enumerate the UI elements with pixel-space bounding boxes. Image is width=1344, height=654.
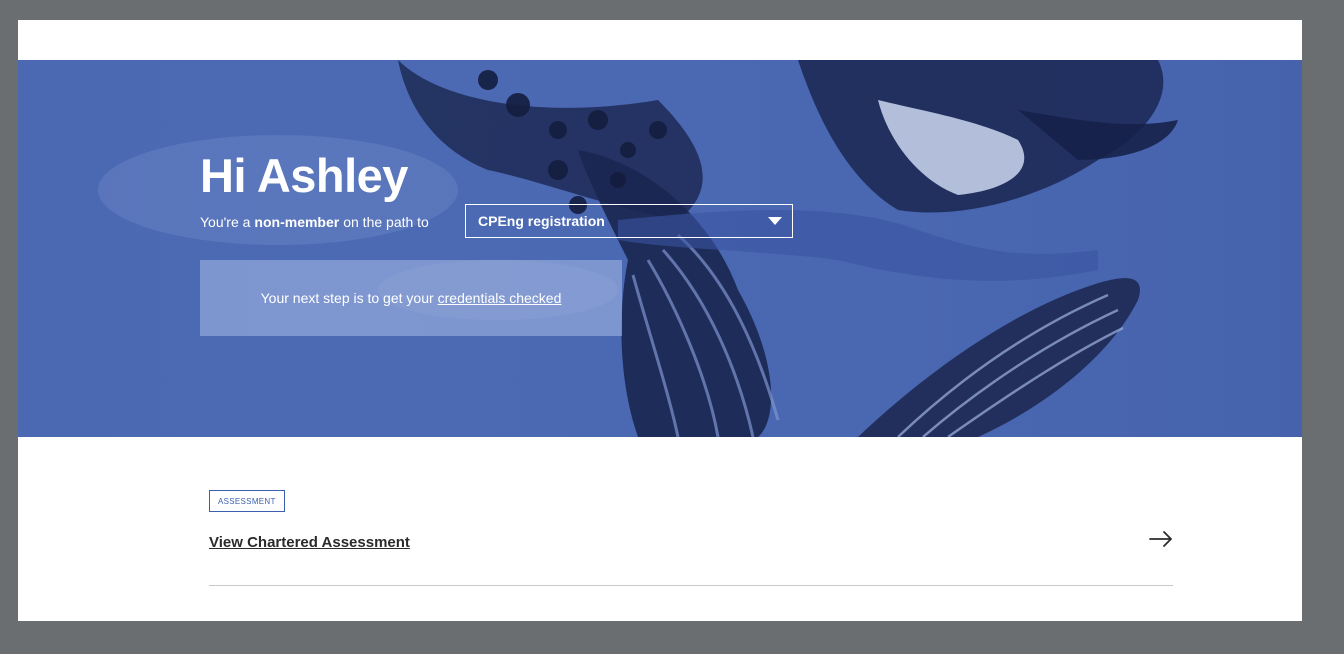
credentials-checked-link[interactable]: credentials checked — [438, 290, 562, 306]
arrow-right-icon[interactable] — [1147, 525, 1175, 553]
membership-status: You're a non-member on the path to — [200, 204, 429, 240]
caret-down-icon — [768, 217, 782, 225]
row-divider — [209, 585, 1173, 586]
status-suffix: on the path to — [343, 214, 429, 230]
next-step-panel: Your next step is to get your credential… — [200, 260, 622, 336]
butterfly-background-image — [18, 60, 1302, 437]
page: Hi Ashley You're a non-member on the pat… — [18, 20, 1302, 621]
next-step-text: Your next step is to get your — [260, 290, 434, 306]
member-type: non-member — [254, 214, 340, 230]
assessment-badge: ASSESSMENT — [209, 490, 285, 512]
greeting-title: Hi Ashley — [200, 149, 408, 202]
view-chartered-assessment-link[interactable]: View Chartered Assessment — [209, 534, 410, 551]
path-select-dropdown[interactable]: CPEng registration — [465, 204, 793, 238]
hero-banner: Hi Ashley You're a non-member on the pat… — [18, 60, 1302, 437]
status-prefix: You're a — [200, 214, 251, 230]
path-select-value: CPEng registration — [478, 213, 605, 229]
